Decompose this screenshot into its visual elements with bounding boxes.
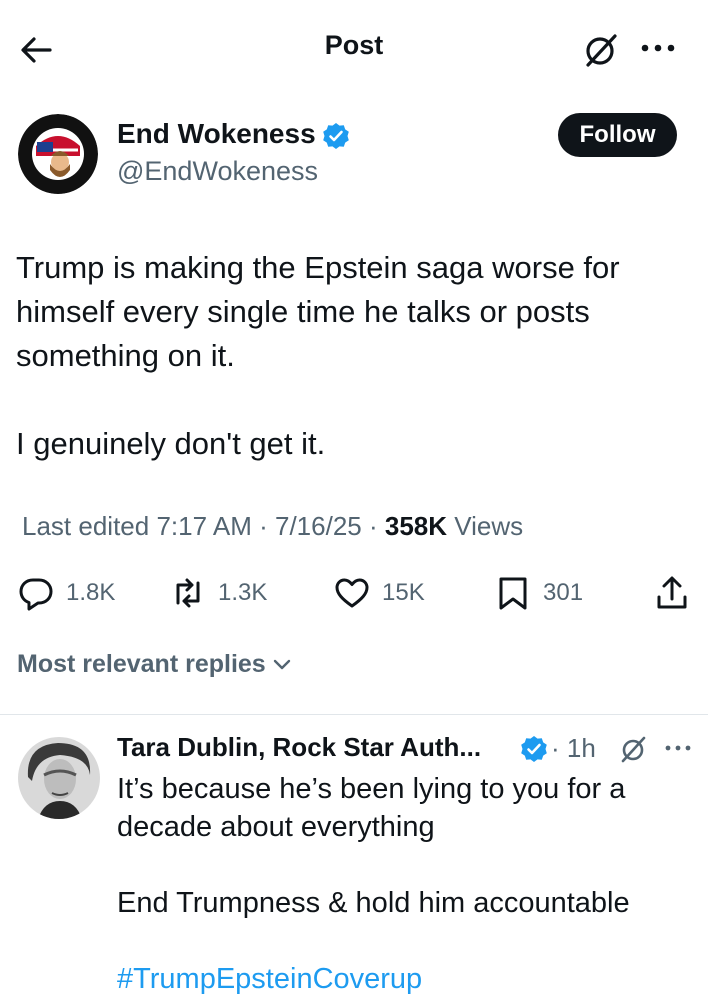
- bookmark-button[interactable]: 301: [495, 568, 583, 618]
- views-label: Views: [454, 511, 524, 541]
- replies-sort-dropdown[interactable]: Most relevant replies: [17, 650, 294, 679]
- like-button[interactable]: 15K: [334, 568, 425, 618]
- heart-icon: [335, 578, 369, 608]
- post-date: 7/16/25: [275, 511, 362, 541]
- share-icon: [657, 576, 687, 609]
- separator: ·: [259, 511, 268, 541]
- grok-icon[interactable]: [618, 734, 648, 764]
- avatar[interactable]: [18, 114, 98, 194]
- reply-text-paragraph: End Trumpness & hold him accountable: [117, 887, 630, 919]
- chevron-down-icon: [273, 659, 290, 669]
- post-text: Trump is making the Epstein saga worse f…: [16, 246, 696, 466]
- more-icon[interactable]: [636, 30, 680, 66]
- edited-label[interactable]: Last edited: [22, 511, 149, 541]
- grok-icon[interactable]: [580, 30, 620, 70]
- reply-icon: [19, 578, 53, 611]
- post-time: 7:17 AM: [156, 511, 252, 541]
- post-meta: Last edited 7:17 AM · 7/16/25 · 358K Vie…: [22, 511, 523, 542]
- verified-badge-icon: [322, 122, 350, 150]
- post-text-paragraph: Trump is making the Epstein saga worse f…: [16, 250, 620, 373]
- reply-avatar[interactable]: [18, 737, 100, 819]
- reply-text-paragraph: It’s because he’s been lying to you for …: [117, 773, 626, 843]
- bookmark-icon: [499, 577, 527, 610]
- reply-count: 1.8K: [66, 579, 116, 606]
- divider: [0, 714, 708, 715]
- reply-button[interactable]: 1.8K: [18, 568, 115, 618]
- more-icon[interactable]: [662, 736, 694, 760]
- reply-text: It’s because he’s been lying to you for …: [117, 770, 697, 998]
- author-handle[interactable]: @EndWokeness: [117, 156, 318, 187]
- verified-badge-icon: [520, 735, 548, 763]
- separator: ·: [368, 511, 378, 541]
- repost-button[interactable]: 1.3K: [170, 568, 267, 618]
- repost-icon: [176, 578, 200, 608]
- like-count: 15K: [382, 579, 425, 606]
- author-name[interactable]: End Wokeness: [117, 118, 316, 150]
- views-count: 358K: [384, 511, 448, 541]
- repost-count: 1.3K: [218, 579, 268, 606]
- follow-button[interactable]: Follow: [558, 113, 677, 157]
- replies-sort-label: Most relevant replies: [17, 650, 266, 678]
- share-button[interactable]: [654, 568, 690, 618]
- post-text-paragraph: I genuinely don't get it.: [16, 426, 326, 461]
- hashtag-link[interactable]: #TrumpEpsteinCoverup: [117, 960, 697, 998]
- bookmark-count: 301: [543, 579, 584, 606]
- reply-author-name[interactable]: Tara Dublin, Rock Star Auth...: [117, 732, 481, 763]
- reply-time[interactable]: · 1h: [551, 733, 596, 764]
